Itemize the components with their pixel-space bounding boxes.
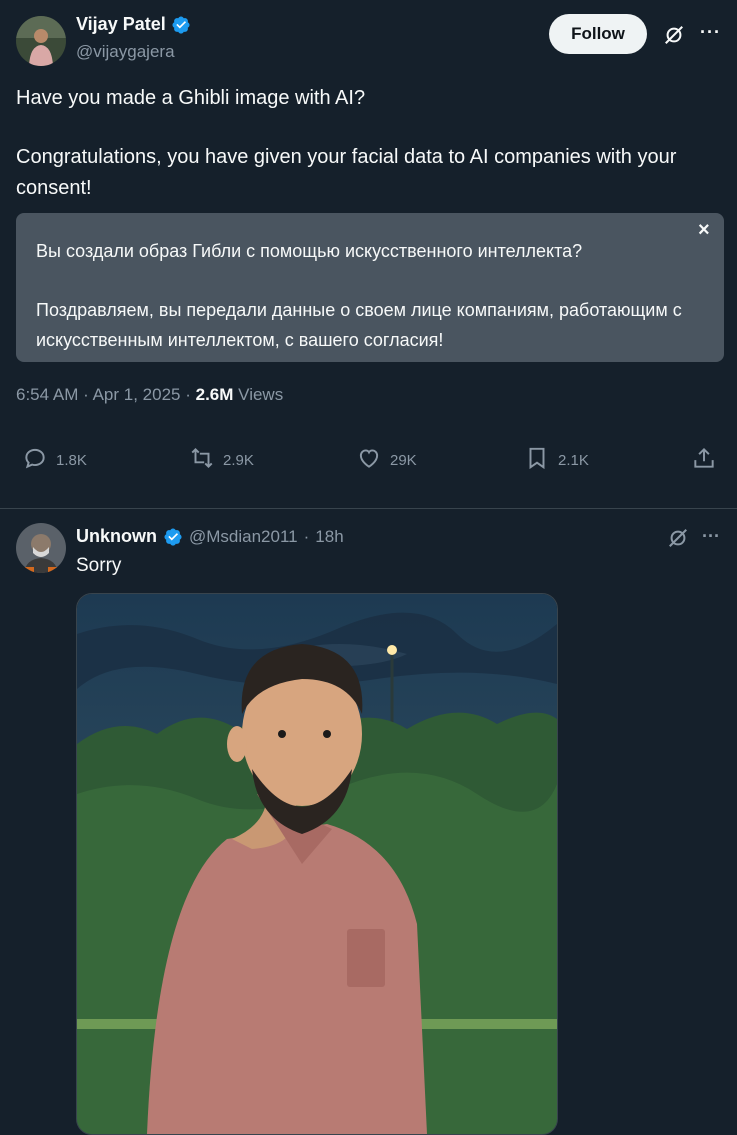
tweet-text-line1: Have you made a Ghibli image with AI? <box>16 87 366 109</box>
grok-icon[interactable] <box>665 525 691 551</box>
like-count: 29K <box>390 451 417 469</box>
reply-author-name[interactable]: Unknown <box>76 526 157 547</box>
divider <box>0 508 737 509</box>
translation-box: Вы создали образ Гибли с помощью искусст… <box>16 213 724 362</box>
reply-icon <box>22 445 48 475</box>
tweet-date[interactable]: Apr 1, 2025 <box>93 385 181 404</box>
retweet-button[interactable]: 2.9K <box>189 445 254 475</box>
follow-button[interactable]: Follow <box>549 14 647 54</box>
tweet-time[interactable]: 6:54 AM <box>16 385 78 404</box>
author-avatar[interactable] <box>16 16 66 66</box>
more-options-icon[interactable]: ··· <box>700 22 721 43</box>
reply-image[interactable] <box>76 593 558 1135</box>
reply-count: 1.8K <box>56 451 87 469</box>
reply-text: Sorry <box>76 555 122 576</box>
close-translation-icon[interactable]: × <box>698 219 710 242</box>
bookmark-icon <box>524 445 550 475</box>
like-button[interactable]: 29K <box>356 445 417 475</box>
author-handle[interactable]: @vijaygajera <box>76 42 175 62</box>
verified-badge-icon <box>163 527 183 547</box>
reply-more-options-icon[interactable]: ··· <box>702 526 720 547</box>
share-button[interactable] <box>691 445 717 475</box>
views-label: Views <box>238 385 284 404</box>
share-icon <box>691 445 717 475</box>
retweet-icon <box>189 445 215 475</box>
retweet-count: 2.9K <box>223 451 254 469</box>
grok-icon[interactable] <box>660 21 688 49</box>
tweet-meta: 6:54 AM · Apr 1, 2025 · 2.6M Views <box>16 385 284 404</box>
heart-icon <box>356 445 382 475</box>
translation-line2: Поздравляем, вы передали данные о своем … <box>36 300 682 350</box>
reply-avatar[interactable] <box>16 523 66 573</box>
views-count: 2.6M <box>195 385 234 404</box>
translation-line1: Вы создали образ Гибли с помощью искусст… <box>36 241 583 261</box>
reply-button[interactable]: 1.8K <box>22 445 87 475</box>
reply-author-handle[interactable]: @Msdian2011 <box>189 527 298 547</box>
reply-age[interactable]: 18h <box>315 527 343 547</box>
author-name[interactable]: Vijay Patel <box>76 14 166 35</box>
verified-badge-icon <box>171 15 191 35</box>
tweet-text-line2: Congratulations, you have given your fac… <box>16 146 677 199</box>
bookmark-button[interactable]: 2.1K <box>524 445 589 475</box>
bookmark-count: 2.1K <box>558 451 589 469</box>
